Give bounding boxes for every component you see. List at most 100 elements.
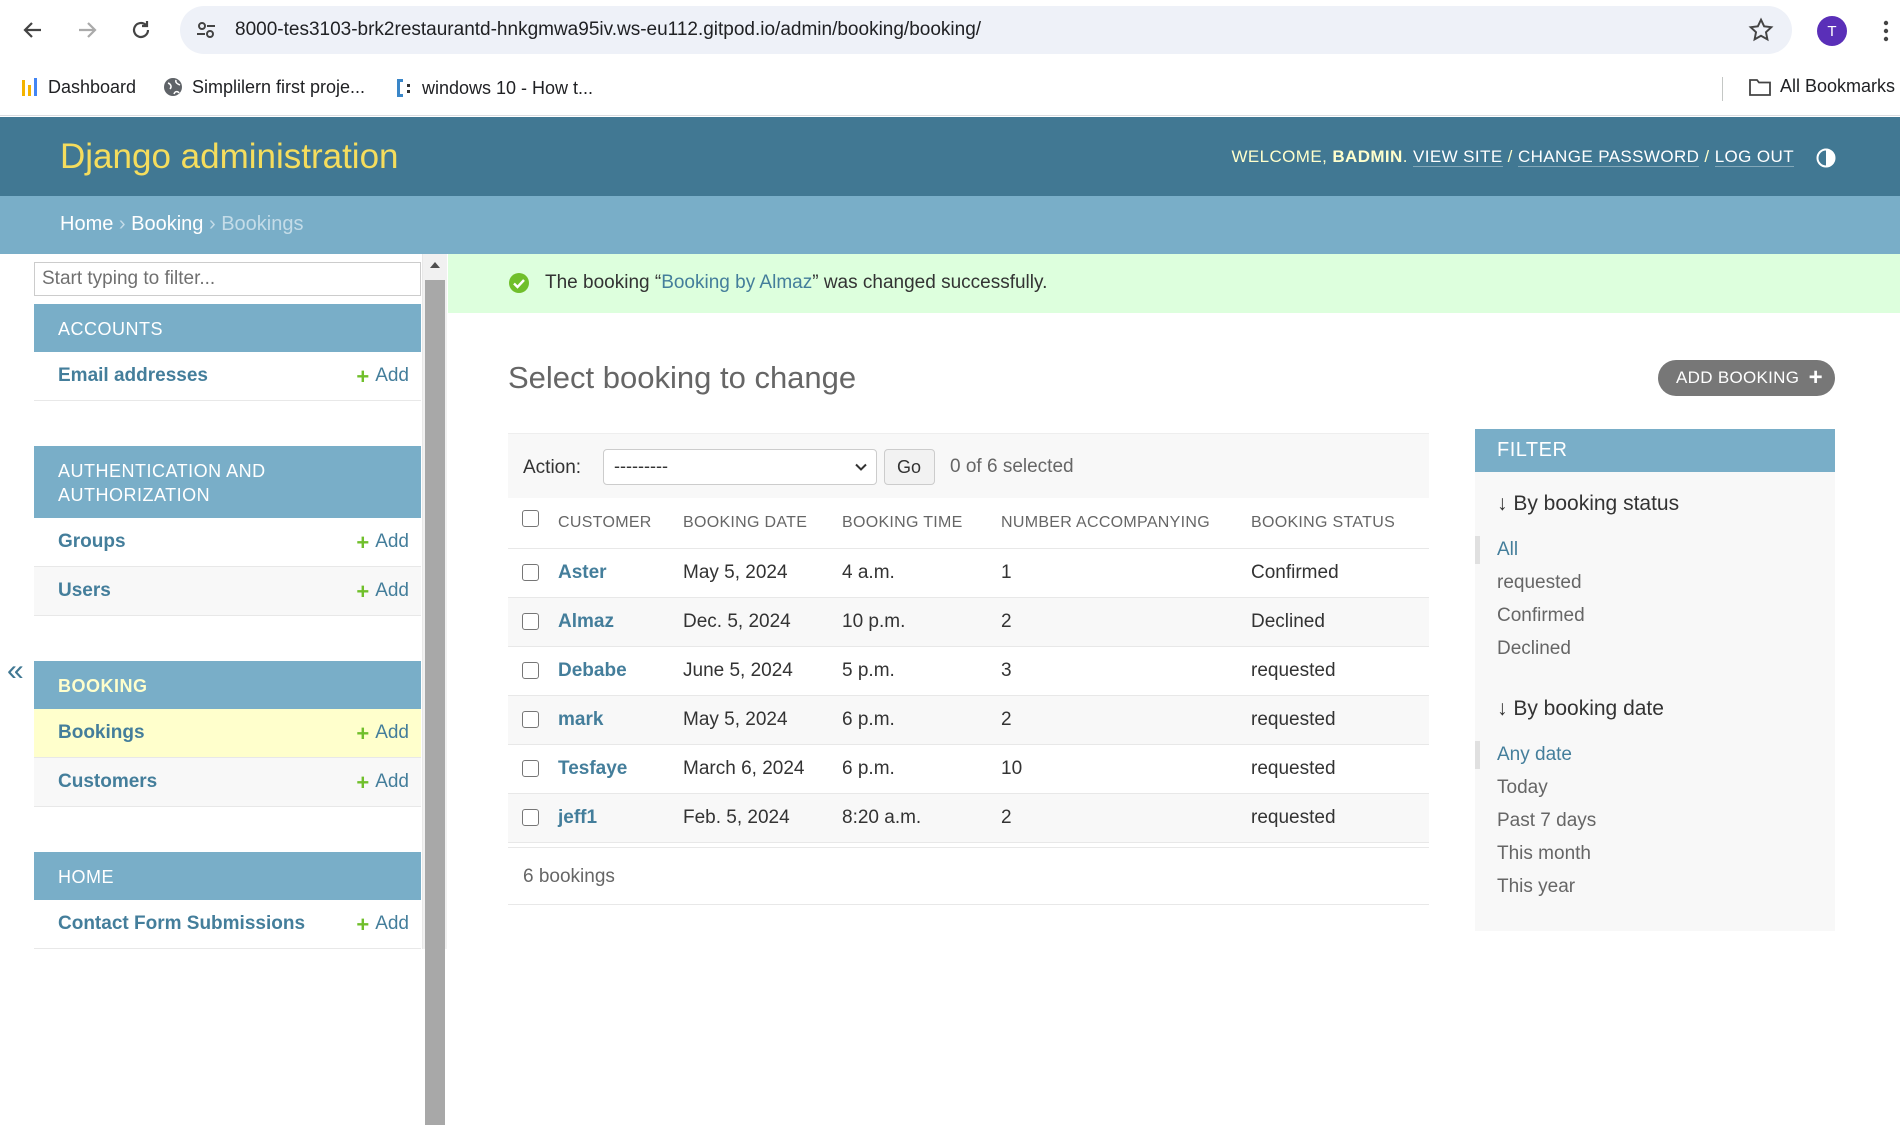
add-link[interactable]: + Add — [356, 722, 409, 744]
breadcrumb-booking[interactable]: Booking — [131, 213, 203, 235]
booking-time-cell: 4 a.m. — [842, 548, 1001, 598]
column-header-number-accompanying[interactable]: NUMBER ACCOMPANYING — [1001, 498, 1251, 549]
add-link[interactable]: + Add — [356, 913, 409, 935]
sidebar-item-groups[interactable]: Groups + Add — [34, 518, 421, 567]
row-checkbox[interactable] — [522, 661, 539, 679]
column-header-customer[interactable]: CUSTOMER — [558, 498, 683, 549]
booking-date-cell: May 5, 2024 — [683, 548, 842, 598]
row-checkbox[interactable] — [522, 759, 539, 777]
module-caption-accounts[interactable]: ACCOUNTS — [34, 304, 421, 352]
select-all-header — [508, 498, 558, 549]
booking-time-cell: 10 p.m. — [842, 597, 1001, 647]
filter-option[interactable]: This year — [1497, 876, 1575, 898]
booking-time-cell: 8:20 a.m. — [842, 793, 1001, 843]
table-row: Debabe June 5, 2024 5 p.m. 3 requested — [508, 646, 1429, 696]
filter-group-status-title[interactable]: ↓ By booking status — [1497, 492, 1679, 516]
module-caption-booking[interactable]: BOOKING — [34, 661, 421, 709]
scrollbar-thumb[interactable] — [425, 280, 445, 1125]
profile-avatar[interactable]: T — [1817, 16, 1847, 46]
model-link[interactable]: Users — [58, 580, 111, 602]
sidebar-item-email-addresses[interactable]: Email addresses + Add — [34, 352, 421, 401]
action-select[interactable]: --------- — [603, 449, 877, 485]
filter-option[interactable]: Any date — [1475, 741, 1572, 769]
change-password-link[interactable]: CHANGE PASSWORD — [1517, 147, 1700, 167]
column-header-booking-date[interactable]: BOOKING DATE — [683, 498, 842, 549]
sidebar-filter-input[interactable] — [34, 262, 421, 296]
filter-option[interactable]: Declined — [1497, 638, 1571, 660]
model-link[interactable]: Contact Form Submissions — [58, 913, 305, 935]
bookmark-dashboard[interactable]: Dashboard — [20, 76, 136, 98]
model-link[interactable]: Email addresses — [58, 365, 208, 387]
message-object-link[interactable]: Booking by Almaz — [661, 272, 812, 293]
row-checkbox[interactable] — [522, 808, 539, 826]
back-button[interactable] — [16, 13, 50, 47]
address-bar[interactable]: 8000-tes3103-brk2restaurantd-hnkgmwa95iv… — [180, 6, 1792, 54]
booking-date-cell: Feb. 5, 2024 — [683, 793, 842, 843]
row-select-cell — [508, 695, 558, 745]
site-settings-icon[interactable] — [194, 18, 218, 42]
changelist-filter: FILTER ↓ By booking status All requested… — [1474, 429, 1835, 931]
sidebar-toggle[interactable]: « — [0, 254, 34, 949]
bookmark-star-icon[interactable] — [1748, 17, 1774, 43]
breadcrumb-home[interactable]: Home — [60, 213, 113, 235]
globe-icon — [164, 78, 182, 96]
filter-option[interactable]: requested — [1497, 572, 1582, 594]
row-checkbox[interactable] — [522, 612, 539, 630]
view-site-link[interactable]: VIEW SITE — [1413, 147, 1503, 167]
model-link[interactable]: Groups — [58, 531, 126, 553]
sidebar-item-contact-forms[interactable]: Contact Form Submissions + Add — [34, 900, 421, 949]
row-checkbox[interactable] — [522, 563, 539, 581]
customer-link[interactable]: Aster — [558, 548, 683, 598]
model-link[interactable]: Bookings — [58, 722, 145, 744]
browser-menu-icon[interactable] — [1883, 19, 1889, 43]
filter-group-date-title[interactable]: ↓ By booking date — [1497, 697, 1664, 721]
log-out-link[interactable]: LOG OUT — [1714, 147, 1794, 167]
column-header-booking-status[interactable]: BOOKING STATUS — [1251, 498, 1429, 549]
url-text: 8000-tes3103-brk2restaurantd-hnkgmwa95iv… — [235, 19, 982, 40]
add-label: Add — [375, 771, 409, 792]
all-bookmarks[interactable]: All Bookmarks — [1748, 76, 1895, 97]
booking-date-cell: Dec. 5, 2024 — [683, 597, 842, 647]
sidebar-item-bookings[interactable]: Bookings + Add — [34, 709, 421, 758]
site-branding[interactable]: Django administration — [60, 137, 399, 177]
add-link[interactable]: + Add — [356, 771, 409, 793]
page-title: Select booking to change — [508, 360, 857, 395]
result-count: 6 bookings — [508, 847, 1429, 905]
module-caption-auth[interactable]: AUTHENTICATION AND AUTHORIZATION — [34, 446, 421, 518]
all-bookmarks-label: All Bookmarks — [1780, 76, 1896, 96]
filter-option[interactable]: Today — [1497, 777, 1548, 799]
add-booking-button[interactable]: ADD BOOKING + — [1658, 360, 1835, 396]
model-link[interactable]: Customers — [58, 771, 157, 793]
add-link[interactable]: + Add — [356, 365, 409, 387]
customer-link[interactable]: Tesfaye — [558, 744, 683, 794]
add-link[interactable]: + Add — [356, 580, 409, 602]
filter-option[interactable]: This month — [1497, 843, 1591, 865]
scroll-up-arrow-icon[interactable] — [430, 262, 440, 268]
success-message: The booking “Booking by Almaz” was chang… — [448, 254, 1900, 313]
theme-toggle-icon[interactable] — [1815, 147, 1837, 169]
customer-link[interactable]: Almaz — [558, 597, 683, 647]
accompanying-cell: 3 — [1001, 646, 1251, 696]
customer-link[interactable]: jeff1 — [558, 793, 683, 843]
forward-button[interactable] — [70, 13, 104, 47]
sidebar-scrollbar[interactable] — [423, 254, 447, 1125]
add-link[interactable]: + Add — [356, 531, 409, 553]
sidebar-item-customers[interactable]: Customers + Add — [34, 758, 421, 807]
filter-option[interactable]: All — [1474, 536, 1518, 564]
filter-option[interactable]: Past 7 days — [1497, 810, 1596, 832]
go-button[interactable]: Go — [884, 449, 935, 485]
sidebar-item-users[interactable]: Users + Add — [34, 567, 421, 616]
reload-button[interactable] — [124, 13, 158, 47]
module-caption-home[interactable]: HOME — [34, 852, 421, 900]
column-header-booking-time[interactable]: BOOKING TIME — [842, 498, 1001, 549]
filter-option[interactable]: Confirmed — [1497, 605, 1585, 627]
bookmark-simplilern[interactable]: Simplilern first proje... — [162, 76, 365, 98]
customer-link[interactable]: mark — [558, 695, 683, 745]
status-cell: requested — [1251, 744, 1429, 794]
customer-link[interactable]: Debabe — [558, 646, 683, 696]
bookmark-windows10[interactable]: windows 10 - How t... — [394, 76, 593, 100]
message-suffix: ” was changed successfully. — [812, 272, 1048, 293]
booking-date-cell: May 5, 2024 — [683, 695, 842, 745]
select-all-checkbox[interactable] — [522, 510, 539, 528]
row-checkbox[interactable] — [522, 710, 539, 728]
